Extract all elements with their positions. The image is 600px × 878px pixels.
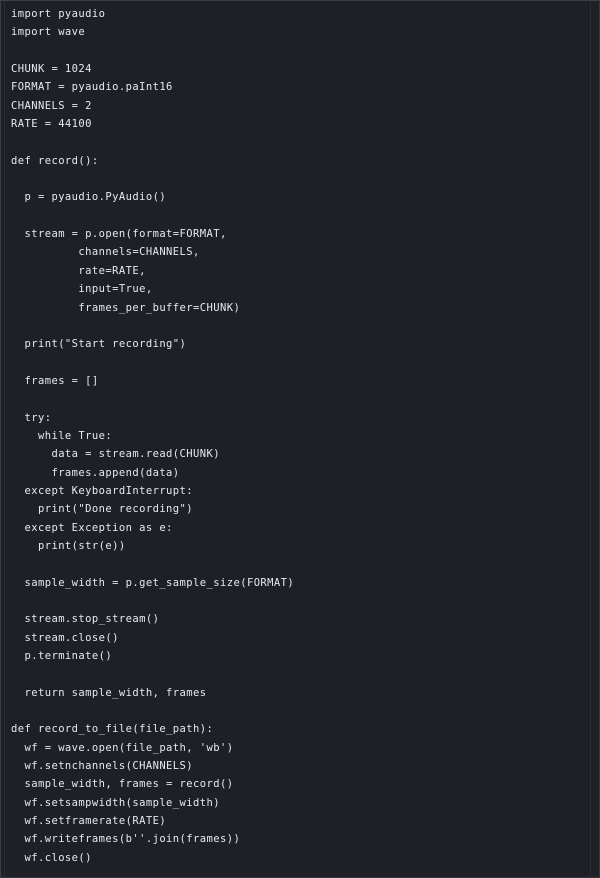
- code-line: CHUNK = 1024: [1, 60, 599, 78]
- code-line: frames.append(data): [1, 464, 599, 482]
- code-scroll-area[interactable]: import pyaudioimport wave CHUNK = 1024FO…: [1, 1, 599, 877]
- code-line: wf.setframerate(RATE): [1, 812, 599, 830]
- code-line: return sample_width, frames: [1, 684, 599, 702]
- code-line: [1, 592, 599, 610]
- code-line: [1, 133, 599, 151]
- code-line: [1, 207, 599, 225]
- code-line: CHANNELS = 2: [1, 97, 599, 115]
- code-line: wf = wave.open(file_path, 'wb'): [1, 739, 599, 757]
- code-line: stream = p.open(format=FORMAT,: [1, 225, 599, 243]
- code-line: frames = []: [1, 372, 599, 390]
- code-line: sample_width = p.get_sample_size(FORMAT): [1, 574, 599, 592]
- python-code-block[interactable]: import pyaudioimport wave CHUNK = 1024FO…: [1, 1, 599, 867]
- code-line: wf.close(): [1, 849, 599, 867]
- code-line: except KeyboardInterrupt:: [1, 482, 599, 500]
- code-line: def record_to_file(file_path):: [1, 720, 599, 738]
- code-line: except Exception as e:: [1, 519, 599, 537]
- code-line: [1, 317, 599, 335]
- code-line: sample_width, frames = record(): [1, 775, 599, 793]
- code-line: print("Start recording"): [1, 335, 599, 353]
- code-line: rate=RATE,: [1, 262, 599, 280]
- code-line: wf.writeframes(b''.join(frames)): [1, 830, 599, 848]
- code-line: [1, 555, 599, 573]
- code-line: [1, 702, 599, 720]
- code-line: frames_per_buffer=CHUNK): [1, 299, 599, 317]
- code-line: wf.setnchannels(CHANNELS): [1, 757, 599, 775]
- code-line: import wave: [1, 23, 599, 41]
- code-snippet-window: import pyaudioimport wave CHUNK = 1024FO…: [0, 0, 600, 878]
- code-line: p.terminate(): [1, 647, 599, 665]
- code-line: channels=CHANNELS,: [1, 243, 599, 261]
- code-line: [1, 42, 599, 60]
- code-line: stream.stop_stream(): [1, 610, 599, 628]
- code-line: stream.close(): [1, 629, 599, 647]
- code-line: while True:: [1, 427, 599, 445]
- code-line: wf.setsampwidth(sample_width): [1, 794, 599, 812]
- code-line: p = pyaudio.PyAudio(): [1, 188, 599, 206]
- code-line: RATE = 44100: [1, 115, 599, 133]
- code-line: input=True,: [1, 280, 599, 298]
- code-line: [1, 665, 599, 683]
- code-line: FORMAT = pyaudio.paInt16: [1, 78, 599, 96]
- code-line: import pyaudio: [1, 5, 599, 23]
- code-line: [1, 354, 599, 372]
- code-line: [1, 390, 599, 408]
- code-line: [1, 170, 599, 188]
- code-line: try:: [1, 409, 599, 427]
- code-line: print("Done recording"): [1, 500, 599, 518]
- code-line: data = stream.read(CHUNK): [1, 445, 599, 463]
- code-line: print(str(e)): [1, 537, 599, 555]
- code-line: def record():: [1, 152, 599, 170]
